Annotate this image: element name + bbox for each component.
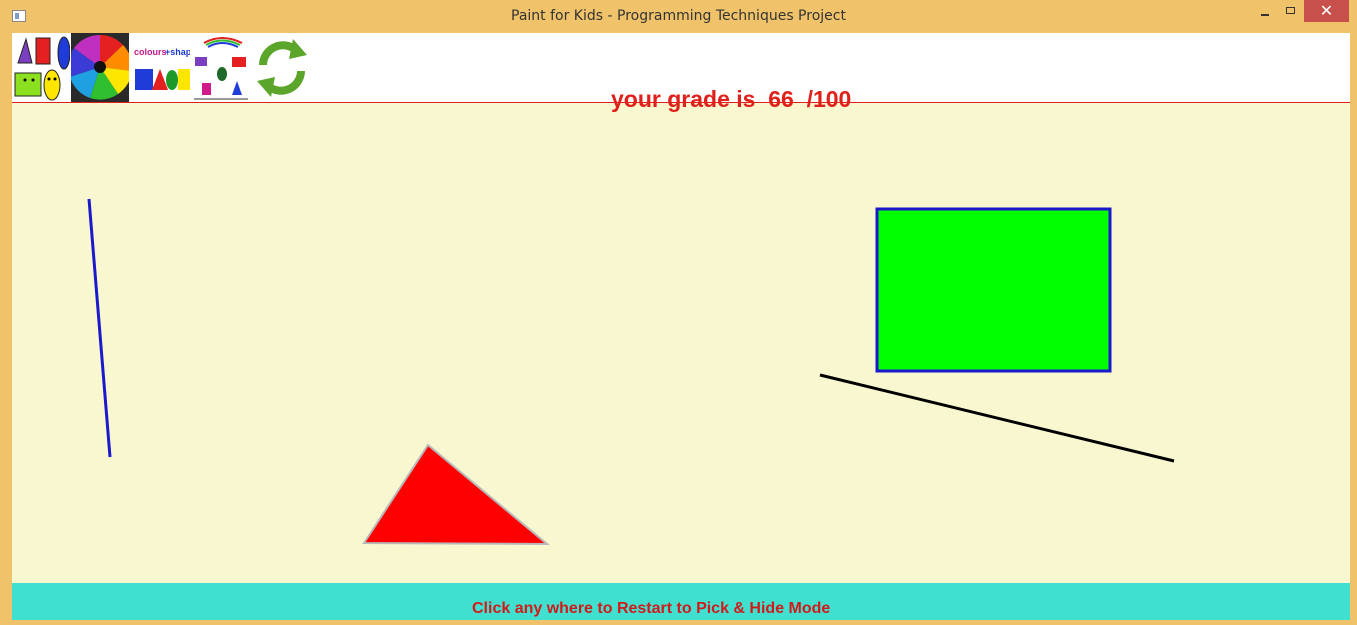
title-bar: Paint for Kids - Programming Techniques …: [0, 0, 1357, 33]
red-triangle[interactable]: [362, 443, 550, 546]
close-button[interactable]: ✕: [1304, 0, 1349, 22]
window-frame-bottom: [0, 620, 1357, 625]
black-line[interactable]: [819, 373, 1175, 463]
green-rectangle[interactable]: [875, 207, 1112, 373]
svg-text:colours: colours: [134, 47, 167, 57]
window-title: Paint for Kids - Programming Techniques …: [511, 8, 846, 24]
status-message: Click any where to Restart to Pick & Hid…: [472, 600, 831, 617]
shapes-tool-button[interactable]: [12, 33, 70, 102]
refresh-icon: [257, 39, 307, 97]
minimize-button[interactable]: [1254, 0, 1276, 22]
color-wheel-icon: [71, 33, 129, 102]
drawing-canvas[interactable]: [12, 103, 1350, 583]
blue-line[interactable]: [87, 198, 112, 458]
colours-shapes-icon: colours +shapes: [134, 47, 190, 90]
restart-tool-button[interactable]: [253, 33, 311, 102]
status-bar: Click any where to Restart to Pick & Hid…: [12, 583, 1350, 620]
svg-text:+shapes: +shapes: [165, 47, 190, 57]
pick-shapes-tool-button[interactable]: [192, 33, 250, 102]
colors-tool-button[interactable]: [71, 33, 129, 102]
grade-text: your grade is 66 /100: [611, 86, 852, 112]
shape-set-icon: [194, 37, 248, 100]
canvas-shapes: [87, 198, 1175, 546]
colours-shapes-tool-button[interactable]: colours +shapes: [132, 33, 190, 102]
shapes-icon: [14, 36, 70, 101]
maximize-button[interactable]: [1280, 0, 1302, 22]
